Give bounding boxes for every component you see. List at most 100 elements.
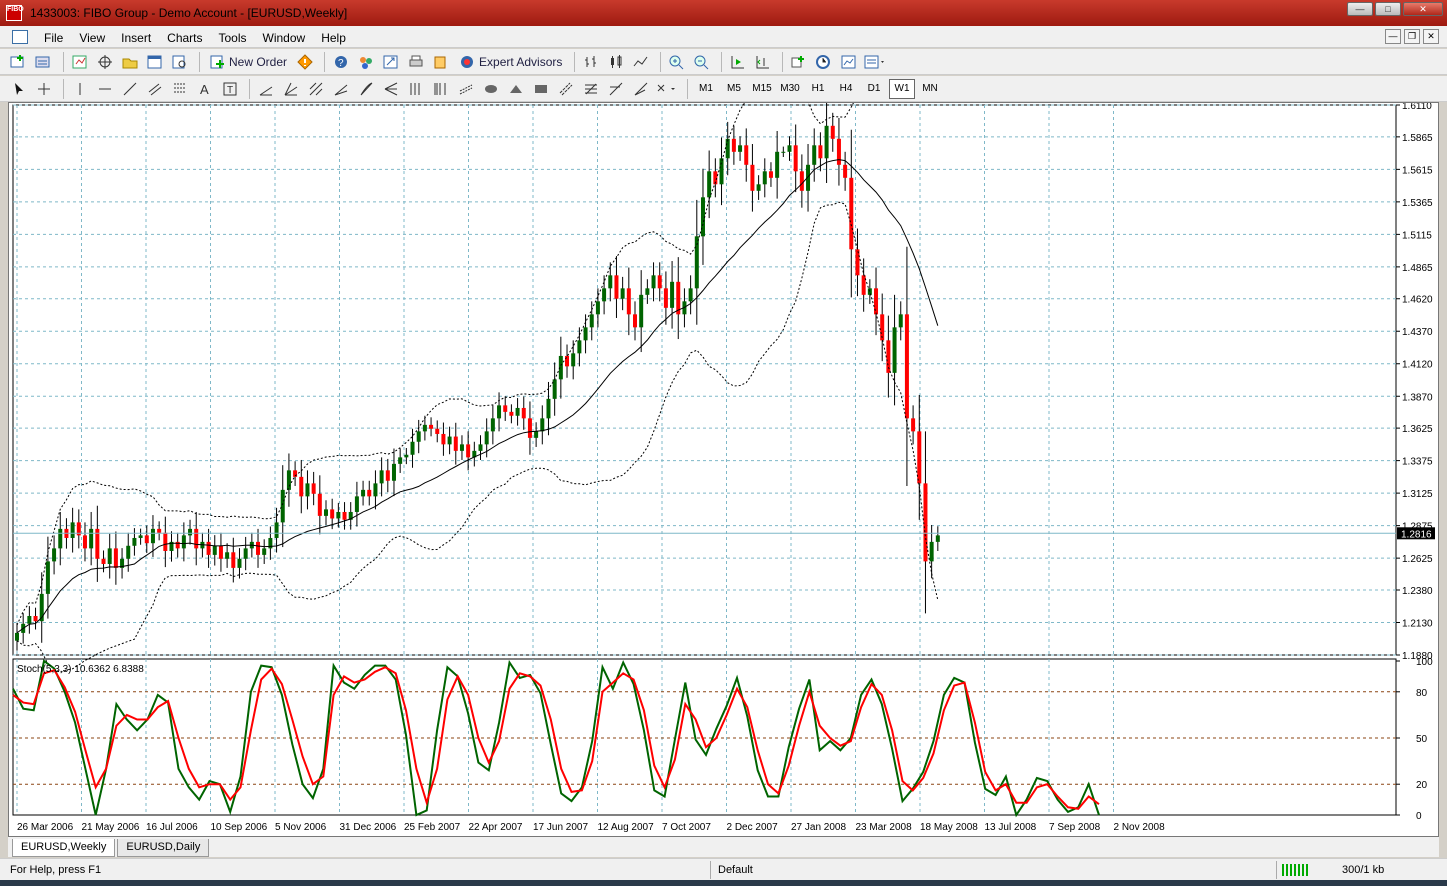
zoom-out-icon[interactable] (691, 52, 713, 72)
price-axis-label: 1.3870 (1402, 392, 1433, 403)
minimize-button[interactable]: — (1347, 2, 1373, 16)
navigator-icon[interactable] (119, 52, 141, 72)
indicators-icon[interactable] (788, 52, 810, 72)
gann-line-icon[interactable] (255, 79, 277, 99)
community-icon[interactable] (355, 52, 377, 72)
child-restore-button[interactable]: ❐ (1404, 29, 1420, 44)
horizontal-line-icon[interactable] (94, 79, 116, 99)
text-icon[interactable]: A (194, 79, 216, 99)
timeframe-m30[interactable]: M30 (777, 79, 803, 99)
tester-icon[interactable] (169, 52, 191, 72)
cycle-lines-icon[interactable] (405, 79, 427, 99)
candle-body (311, 483, 316, 494)
menu-window[interactable]: Window (255, 29, 314, 47)
bar-chart-icon[interactable] (580, 52, 602, 72)
chart-shift-icon[interactable] (752, 52, 774, 72)
chart-templates-dropdown-icon[interactable] (863, 52, 887, 72)
maximize-button[interactable]: □ (1375, 2, 1401, 16)
timeframe-m5[interactable]: M5 (721, 79, 747, 99)
crosshair-nav-icon[interactable] (94, 52, 116, 72)
timeframe-h4[interactable]: H4 (833, 79, 859, 99)
fibonacci-time-zones-icon[interactable] (430, 79, 452, 99)
candlestick-chart-icon[interactable] (605, 52, 627, 72)
new-order-button[interactable]: New Order (205, 52, 291, 72)
close-button[interactable]: ✕ (1403, 2, 1443, 16)
gann-grid-icon[interactable] (305, 79, 327, 99)
candle-body (738, 145, 743, 152)
trendline-icon[interactable] (119, 79, 141, 99)
tab-eurusd-weekly[interactable]: EURUSD,Weekly (12, 839, 116, 857)
line-chart-icon[interactable] (630, 52, 652, 72)
expert-advisors-button[interactable]: Expert Advisors (455, 52, 566, 72)
new-chart-icon[interactable] (8, 52, 30, 72)
menu-file[interactable]: File (36, 29, 71, 47)
tab-eurusd-daily[interactable]: EURUSD,Daily (117, 839, 210, 857)
profiles-icon[interactable] (33, 52, 55, 72)
timeframe-m1[interactable]: M1 (693, 79, 719, 99)
date-axis-label: 17 Jun 2007 (533, 822, 588, 833)
arrows-dropdown-icon[interactable] (655, 79, 679, 99)
menu-tools[interactable]: Tools (211, 29, 255, 47)
candle-body (484, 431, 489, 445)
menu-view[interactable]: View (71, 29, 113, 47)
ellipse-icon[interactable] (480, 79, 502, 99)
equidistant-channel-icon[interactable] (144, 79, 166, 99)
price-chart[interactable]: Stoch(5,3,3) 10.6362 6.8388 1.6110 1.5865… (9, 36, 1438, 836)
cursor-icon[interactable] (8, 79, 30, 99)
fibonacci-expansion-icon[interactable] (580, 79, 602, 99)
timeframe-mn[interactable]: MN (917, 79, 943, 99)
date-axis-label: 16 Jul 2006 (146, 822, 198, 833)
andrews-pitchfork-icon[interactable] (380, 79, 402, 99)
candle-body (52, 548, 57, 562)
candle-body (218, 545, 223, 559)
candle-body (27, 615, 32, 624)
date-axis-label: 23 Mar 2008 (856, 822, 913, 833)
candle-body (441, 433, 446, 445)
date-axis-label: 5 Nov 2006 (275, 822, 327, 833)
child-minimize-button[interactable]: — (1385, 29, 1401, 44)
help-icon[interactable]: ? (330, 52, 352, 72)
market-watch-icon[interactable] (69, 52, 91, 72)
triangle-icon[interactable] (505, 79, 527, 99)
crosshair-icon[interactable] (33, 79, 55, 99)
periods-clock-icon[interactable] (813, 52, 835, 72)
candle-body (336, 511, 341, 519)
chart-window[interactable]: Stoch(5,3,3) 10.6362 6.8388 1.6110 1.5865… (8, 36, 1439, 837)
candle-body (503, 405, 508, 412)
menu-insert[interactable]: Insert (113, 29, 159, 47)
menu-charts[interactable]: Charts (159, 29, 210, 47)
linear-regression-icon[interactable] (455, 79, 477, 99)
timeframe-m15[interactable]: M15 (749, 79, 775, 99)
fibonacci-retracement-icon[interactable] (169, 79, 191, 99)
price-axis-label: 1.5865 (1402, 133, 1433, 144)
menu-help[interactable]: Help (313, 29, 354, 47)
metaquotes-language-icon[interactable] (294, 52, 316, 72)
candle-body (379, 470, 384, 484)
candle-body (373, 483, 378, 497)
fibonacci-fan-icon[interactable] (330, 79, 352, 99)
timeframe-h1[interactable]: H1 (805, 79, 831, 99)
timeframe-w1[interactable]: W1 (889, 78, 915, 99)
auto-scroll-icon[interactable] (727, 52, 749, 72)
candle-body (150, 528, 155, 544)
vertical-line-icon[interactable] (69, 79, 91, 99)
zoom-in-icon[interactable] (666, 52, 688, 72)
terminal-icon[interactable] (144, 52, 166, 72)
print-icon[interactable] (405, 52, 427, 72)
chart-window-icon[interactable] (12, 30, 28, 44)
fibonacci-channel-icon[interactable] (555, 79, 577, 99)
child-close-button[interactable]: ✕ (1423, 29, 1439, 44)
gann-fan-icon[interactable] (280, 79, 302, 99)
fullscreen-icon[interactable] (380, 52, 402, 72)
candle-body (818, 145, 823, 159)
templates-icon[interactable] (838, 52, 860, 72)
text-label-icon[interactable]: T (219, 79, 241, 99)
fibonacci-arc-levels-icon[interactable] (605, 79, 627, 99)
window-title: 1433003: FIBO Group - Demo Account - [EU… (30, 6, 348, 20)
date-axis-label: 31 Dec 2006 (340, 822, 397, 833)
fibonacci-arcs-icon[interactable] (355, 79, 377, 99)
rectangle-icon[interactable] (530, 79, 552, 99)
fibonacci-fan-levels-icon[interactable] (630, 79, 652, 99)
print-preview-icon[interactable] (430, 52, 452, 72)
timeframe-d1[interactable]: D1 (861, 79, 887, 99)
